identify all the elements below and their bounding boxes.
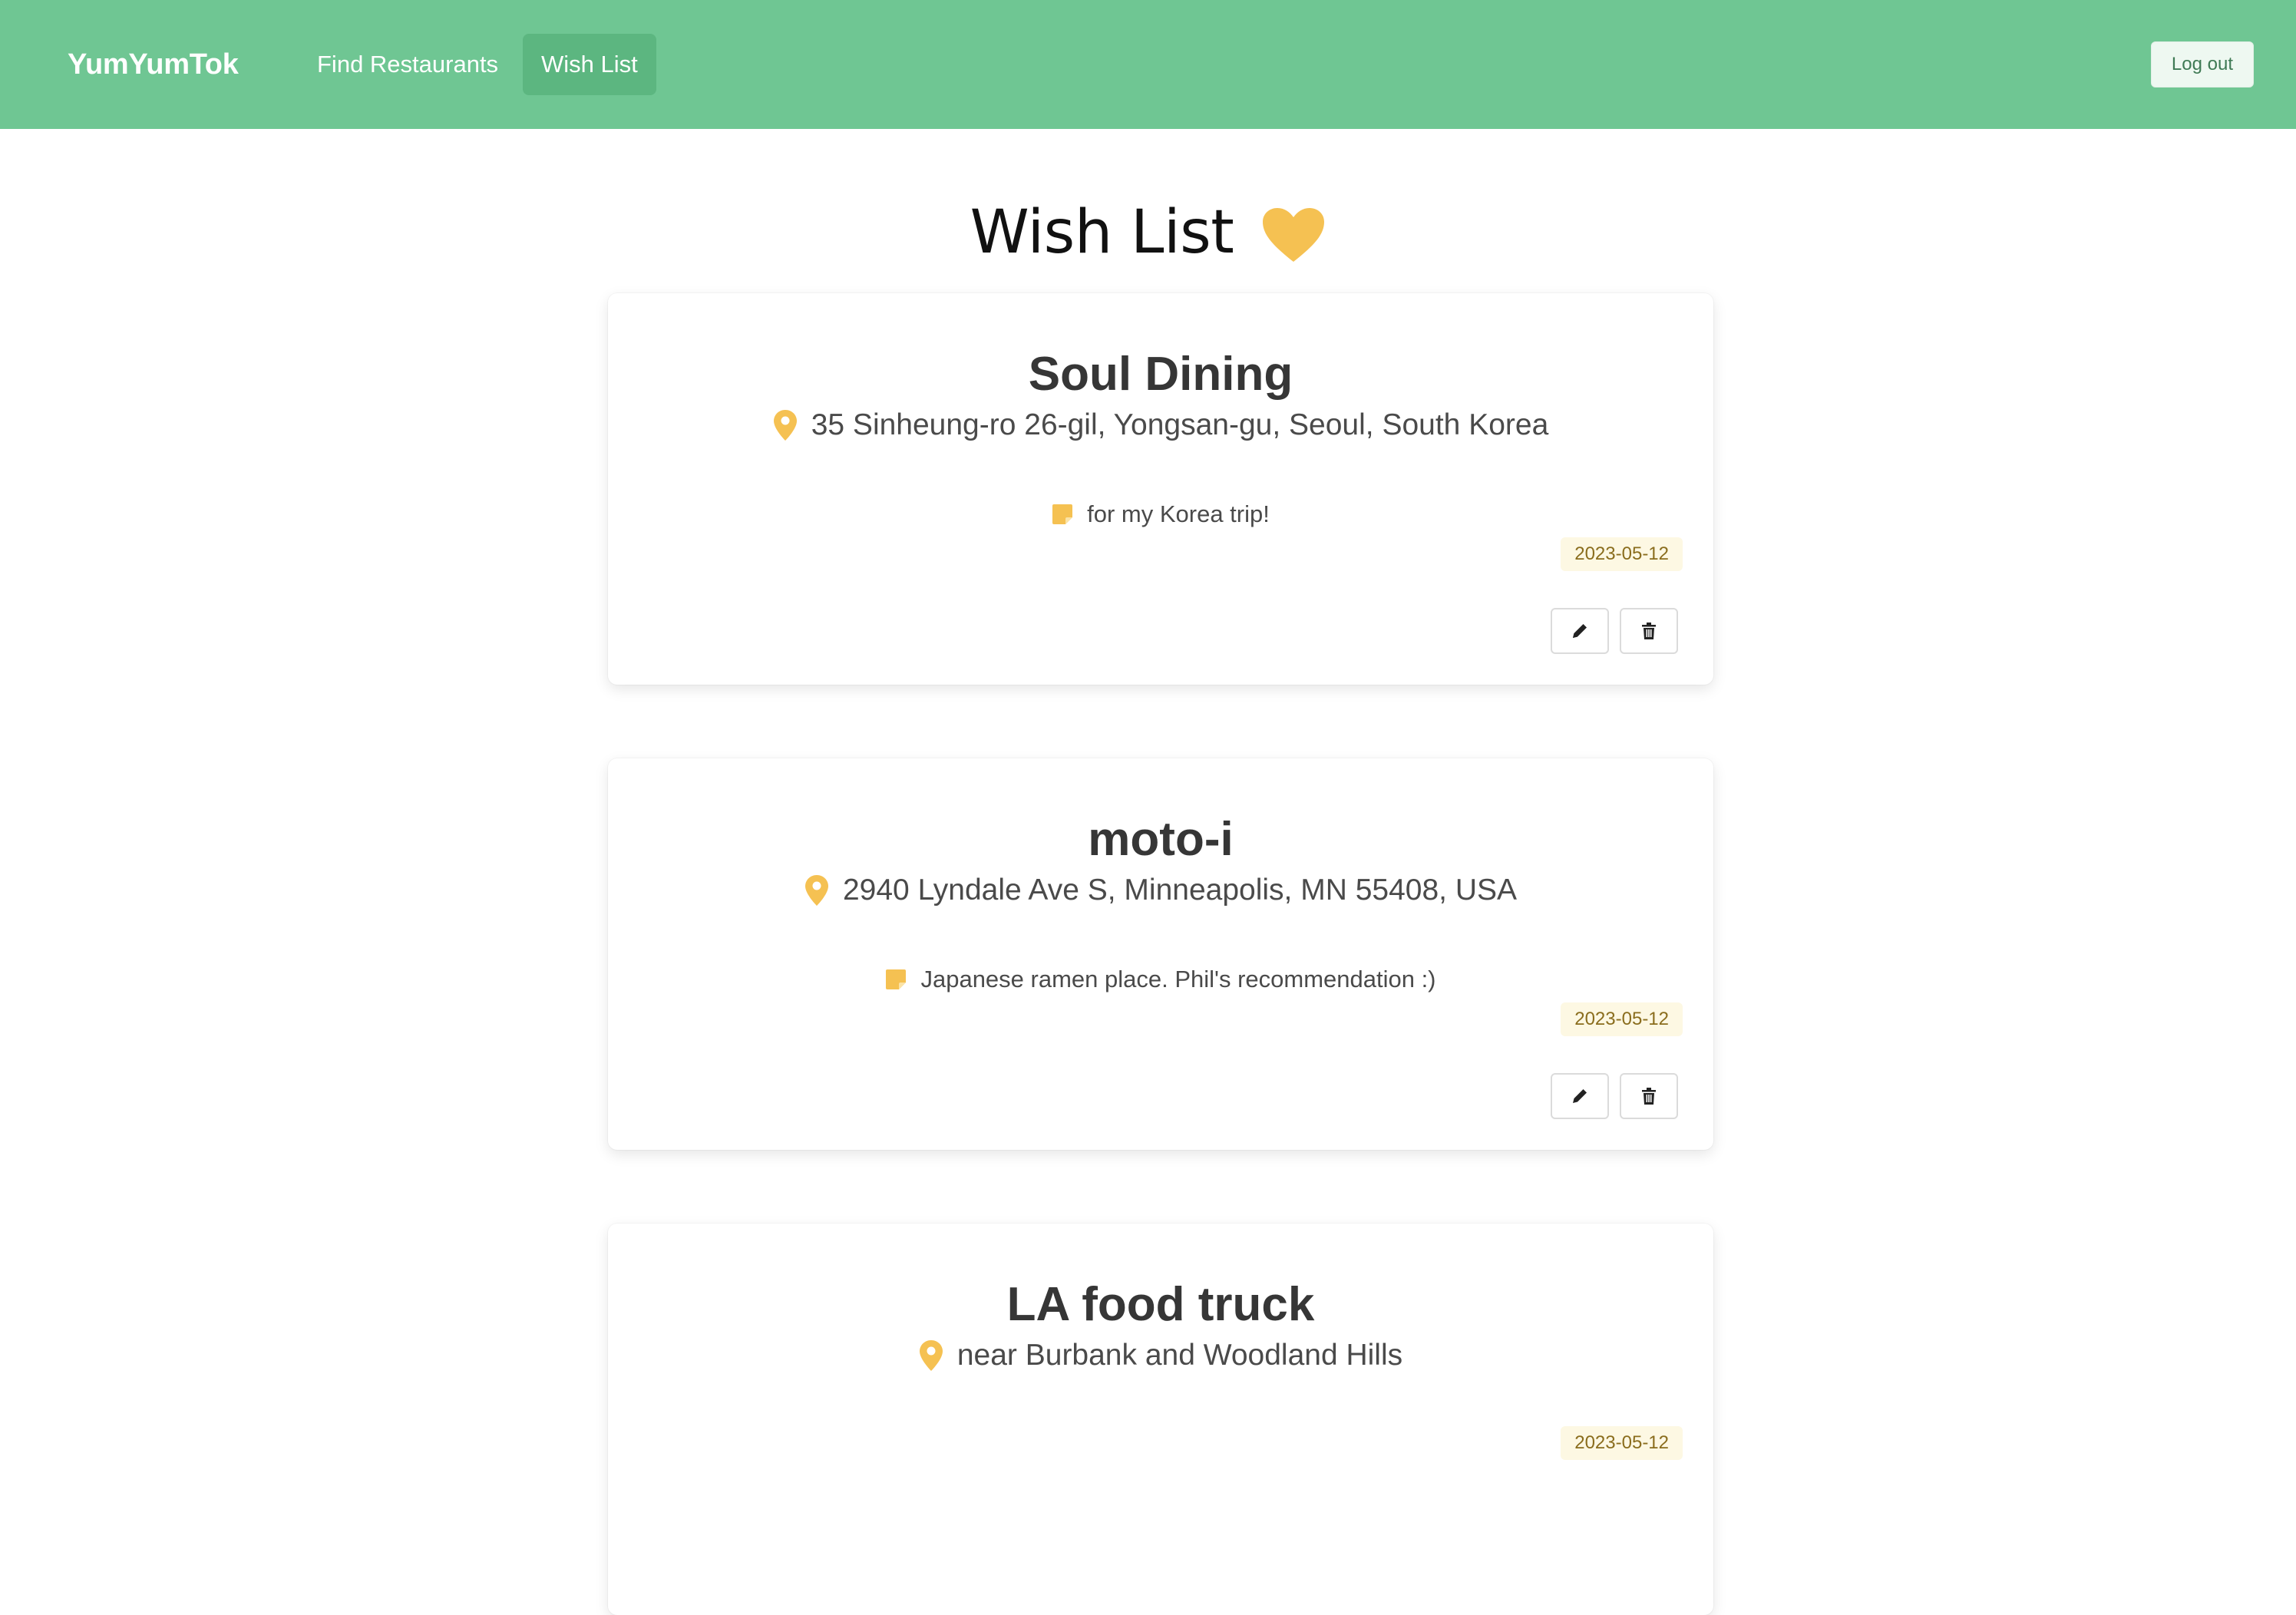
wishlist-card: LA food truck near Burbank and Woodland … bbox=[608, 1224, 1713, 1615]
page-header: Wish List bbox=[0, 190, 2296, 275]
restaurant-name: moto-i bbox=[1088, 813, 1234, 866]
sticky-note-icon bbox=[1052, 504, 1073, 525]
pencil-icon bbox=[1570, 1086, 1590, 1106]
delete-button[interactable] bbox=[1620, 1073, 1678, 1119]
pencil-icon bbox=[1570, 621, 1590, 641]
address-text: 35 Sinheung-ro 26-gil, Yongsan-gu, Seoul… bbox=[811, 408, 1549, 441]
restaurant-address: 2940 Lyndale Ave S, Minneapolis, MN 5540… bbox=[608, 874, 1713, 907]
trash-icon bbox=[1639, 1086, 1659, 1106]
restaurant-note: for my Korea trip! bbox=[608, 500, 1713, 528]
restaurant-name: Soul Dining bbox=[1028, 348, 1293, 401]
top-navbar: YumYumTok Find Restaurants Wish List Log… bbox=[0, 0, 2296, 129]
sticky-note-icon bbox=[885, 969, 907, 990]
wishlist-card: Soul Dining 35 Sinheung-ro 26-gil, Yongs… bbox=[608, 293, 1713, 685]
edit-button[interactable] bbox=[1551, 608, 1609, 654]
restaurant-note: Japanese ramen place. Phil's recommendat… bbox=[608, 966, 1713, 993]
restaurant-address: 35 Sinheung-ro 26-gil, Yongsan-gu, Seoul… bbox=[608, 408, 1713, 442]
restaurant-name: LA food truck bbox=[1006, 1278, 1315, 1331]
map-pin-icon bbox=[773, 409, 798, 441]
brand-logo[interactable]: YumYumTok bbox=[68, 0, 239, 129]
map-pin-icon bbox=[919, 1339, 943, 1372]
note-text: for my Korea trip! bbox=[1087, 500, 1270, 527]
heart-icon bbox=[1261, 202, 1326, 263]
wishlist-card: moto-i 2940 Lyndale Ave S, Minneapolis, … bbox=[608, 758, 1713, 1150]
trash-icon bbox=[1639, 621, 1659, 641]
date-badge: 2023-05-12 bbox=[1561, 537, 1683, 571]
address-text: 2940 Lyndale Ave S, Minneapolis, MN 5540… bbox=[842, 874, 1518, 907]
edit-button[interactable] bbox=[1551, 1073, 1609, 1119]
note-text: Japanese ramen place. Phil's recommendat… bbox=[920, 966, 1436, 992]
nav-item-find-restaurants[interactable]: Find Restaurants bbox=[299, 34, 517, 95]
restaurant-address: near Burbank and Woodland Hills bbox=[608, 1339, 1713, 1372]
delete-button[interactable] bbox=[1620, 608, 1678, 654]
logout-button[interactable]: Log out bbox=[2150, 41, 2254, 88]
date-badge: 2023-05-12 bbox=[1561, 1002, 1683, 1036]
page-title: Wish List bbox=[970, 198, 1234, 267]
address-text: near Burbank and Woodland Hills bbox=[956, 1339, 1403, 1372]
map-pin-icon bbox=[804, 874, 829, 907]
date-badge: 2023-05-12 bbox=[1561, 1426, 1683, 1460]
nav-item-wish-list[interactable]: Wish List bbox=[523, 34, 656, 95]
